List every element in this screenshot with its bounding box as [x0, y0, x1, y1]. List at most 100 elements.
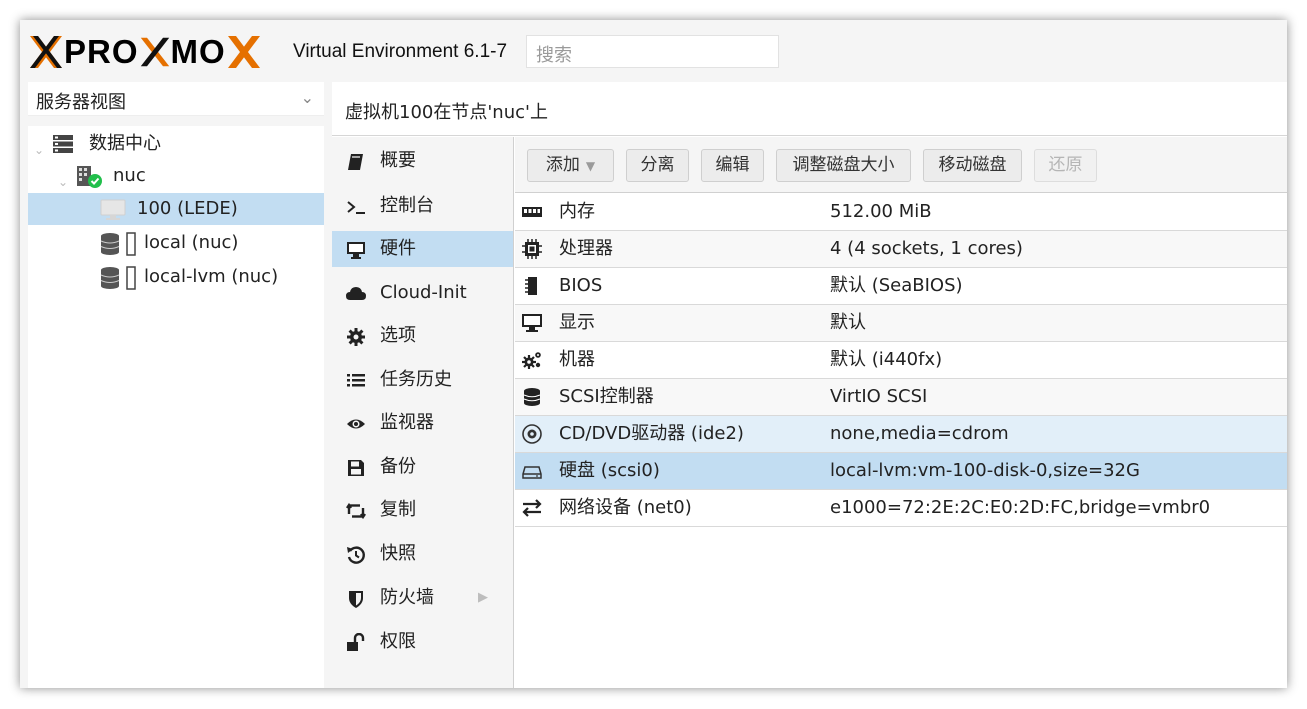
tree-node-storage-local[interactable]: local (nuc) — [28, 227, 324, 259]
revert-button-label: 还原 — [1048, 155, 1083, 175]
unlock-icon — [347, 633, 365, 651]
nav-item-label: 选项 — [380, 325, 416, 346]
hardware-toolbar: 添加 ▼ 分离 编辑 调整磁盘大小 移动磁盘 还原 — [515, 137, 1287, 193]
nav-item-console[interactable]: 控制台 — [332, 188, 513, 224]
view-selector[interactable]: 服务器视图 ⌄ — [28, 82, 324, 116]
hardware-key: 网络设备 (net0) — [559, 497, 692, 518]
nav-item-replication[interactable]: 复制 — [332, 492, 513, 528]
nav-item-task-history[interactable]: 任务历史 — [332, 362, 513, 398]
hardware-value: 默认 — [830, 312, 866, 333]
table-row-scsi-controller[interactable]: SCSI控制器 VirtIO SCSI — [515, 379, 1287, 416]
hardware-panel: 添加 ▼ 分离 编辑 调整磁盘大小 移动磁盘 还原 内存 512.00 MiB … — [515, 137, 1287, 688]
table-row-network[interactable]: 网络设备 (net0) e1000=72:2E:2C:E0:2D:FC,brid… — [515, 490, 1287, 527]
tree-node-vm-100[interactable]: 100 (LEDE) — [28, 193, 324, 225]
move-disk-button-label: 移动磁盘 — [938, 155, 1007, 175]
proxmox-window: PRO MO Virtual Environment 6.1-7 搜索 服务器视… — [20, 20, 1287, 688]
tree-node-label: nuc — [113, 165, 146, 186]
hardware-key: 硬盘 (scsi0) — [559, 460, 660, 481]
gear-icon — [347, 328, 365, 346]
logo-text-mid: MO — [170, 33, 226, 70]
terminal-icon — [347, 201, 365, 214]
view-selector-label: 服务器视图 — [36, 92, 126, 113]
hardware-key: 内存 — [559, 201, 595, 222]
desktop-icon — [522, 314, 542, 332]
add-button-label: 添加 — [545, 155, 580, 175]
nav-item-label: Cloud-Init — [380, 282, 467, 303]
table-row-cdrom[interactable]: CD/DVD驱动器 (ide2) none,media=cdrom — [515, 416, 1287, 453]
product-version: Virtual Environment 6.1-7 — [293, 41, 508, 62]
nav-item-summary[interactable]: 概要 — [332, 143, 513, 179]
nav-item-cloud-init[interactable]: Cloud-Init — [332, 275, 513, 311]
table-row-hard-disk[interactable]: 硬盘 (scsi0) local-lvm:vm-100-disk-0,size=… — [515, 453, 1287, 490]
hardware-key: 显示 — [559, 312, 595, 333]
table-row-display[interactable]: 显示 默认 — [515, 305, 1287, 342]
resize-disk-button-label: 调整磁盘大小 — [792, 155, 895, 175]
hardware-value: local-lvm:vm-100-disk-0,size=32G — [830, 460, 1140, 481]
table-row-processor[interactable]: 处理器 4 (4 sockets, 1 cores) — [515, 231, 1287, 268]
node-online-icon — [77, 166, 102, 188]
storage-icon — [100, 266, 136, 290]
hardware-table: 内存 512.00 MiB 处理器 4 (4 sockets, 1 cores)… — [515, 194, 1287, 527]
hardware-value: e1000=72:2E:2C:E0:2D:FC,bridge=vmbr0 — [830, 497, 1211, 518]
nav-item-label: 防火墙 — [380, 587, 434, 608]
page-title: 虚拟机100在节点'nuc'上 — [332, 82, 1287, 136]
nav-item-label: 快照 — [380, 543, 416, 564]
hardware-value: 512.00 MiB — [830, 201, 932, 222]
tree-node-nuc[interactable]: ⌄ nuc — [28, 160, 324, 192]
chevron-down-icon: ⌄ — [300, 88, 314, 107]
storage-icon — [100, 232, 136, 256]
nav-item-firewall[interactable]: 防火墙 ▶ — [332, 580, 513, 616]
proxmox-x-icon — [30, 36, 62, 68]
nav-item-snapshots[interactable]: 快照 — [332, 536, 513, 572]
table-row-memory[interactable]: 内存 512.00 MiB — [515, 194, 1287, 231]
hardware-key: CD/DVD驱动器 (ide2) — [559, 423, 744, 444]
cloud-icon — [346, 287, 366, 300]
cdrom-icon — [522, 424, 542, 444]
database-icon — [523, 388, 541, 406]
nav-item-label: 概要 — [380, 150, 416, 171]
search-placeholder: 搜索 — [536, 45, 572, 66]
logo-text-left: PRO — [64, 33, 139, 70]
nav-item-options[interactable]: 选项 — [332, 318, 513, 354]
header: PRO MO Virtual Environment 6.1-7 搜索 — [20, 20, 1287, 82]
add-button[interactable]: 添加 ▼ — [527, 149, 614, 182]
server-stack-icon — [53, 135, 73, 153]
hardware-key: 机器 — [559, 349, 595, 370]
search-input[interactable]: 搜索 — [526, 35, 779, 68]
nav-item-permissions[interactable]: 权限 — [332, 624, 513, 660]
main-panel: 虚拟机100在节点'nuc'上 概要 控制台 硬件 Cloud-Init 选项 … — [332, 82, 1287, 688]
tree-spacer — [28, 116, 324, 126]
table-row-bios[interactable]: BIOS 默认 (SeaBIOS) — [515, 268, 1287, 305]
cpu-icon — [522, 239, 542, 259]
detach-button[interactable]: 分离 — [626, 149, 689, 182]
nav-item-label: 备份 — [380, 456, 416, 477]
submenu-arrow-icon[interactable]: ▶ — [478, 580, 488, 616]
microchip-icon — [525, 277, 537, 295]
nav-item-label: 复制 — [380, 499, 416, 520]
tree-node-label: 数据中心 — [89, 133, 161, 154]
move-disk-button[interactable]: 移动磁盘 — [923, 149, 1022, 182]
cogs-icon — [522, 352, 541, 369]
edit-button-label: 编辑 — [715, 155, 750, 175]
hardware-key: BIOS — [559, 275, 603, 296]
nav-item-hardware[interactable]: 硬件 — [332, 231, 513, 267]
revert-button[interactable]: 还原 — [1034, 149, 1097, 182]
detach-button-label: 分离 — [640, 155, 675, 175]
hardware-value: VirtIO SCSI — [830, 386, 928, 407]
retweet-icon — [346, 502, 366, 520]
tree-node-storage-local-lvm[interactable]: local-lvm (nuc) — [28, 261, 324, 293]
nav-item-backup[interactable]: 备份 — [332, 449, 513, 485]
hardware-value: 4 (4 sockets, 1 cores) — [830, 238, 1023, 259]
nav-item-monitor[interactable]: 监视器 — [332, 405, 513, 441]
nav-item-label: 控制台 — [380, 195, 434, 216]
nav-item-label: 权限 — [380, 631, 416, 652]
tree-node-label: 100 (LEDE) — [137, 198, 238, 219]
hdd-icon — [522, 466, 542, 479]
resource-tree-panel: 服务器视图 ⌄ ⌄ 数据中心 ⌄ nuc 100 (LEDE) local (n… — [28, 82, 324, 688]
history-icon — [347, 546, 365, 564]
table-row-machine[interactable]: 机器 默认 (i440fx) — [515, 342, 1287, 379]
proxmox-x-small-icon — [140, 37, 169, 67]
edit-button[interactable]: 编辑 — [701, 149, 764, 182]
tree-node-datacenter[interactable]: ⌄ 数据中心 — [28, 128, 324, 160]
resize-disk-button[interactable]: 调整磁盘大小 — [776, 149, 911, 182]
